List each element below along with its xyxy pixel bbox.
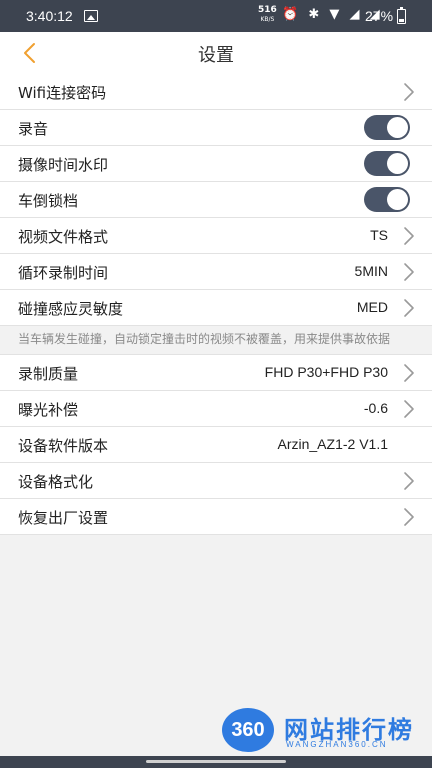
network-speed: 516 KB/S xyxy=(258,5,277,25)
settings-row-b-4[interactable]: 恢复出厂设置 xyxy=(0,499,432,535)
settings-row-label: 视频文件格式 xyxy=(18,228,109,246)
toggle-switch[interactable] xyxy=(364,187,410,212)
battery-icon xyxy=(397,7,406,24)
status-bar: 3:40:12 516 KB/S ⏰ ✱ ▼ ◢ ◢ 27% xyxy=(0,0,432,32)
settings-row-label: 设备软件版本 xyxy=(18,437,109,455)
settings-row-value: 5MIN xyxy=(354,263,388,279)
settings-row-label: 循环录制时间 xyxy=(18,264,109,282)
settings-row-value: -0.6 xyxy=(363,400,388,416)
settings-row-label: 设备格式化 xyxy=(18,473,94,491)
toggle-knob xyxy=(387,189,408,210)
chevron-right-icon xyxy=(404,83,414,101)
settings-row-value: MED xyxy=(356,299,388,315)
app-header: 设置 xyxy=(0,32,432,74)
watermark-logo: 360 网站排行榜 WANGZHAN360.CN xyxy=(222,708,432,754)
settings-row-label: 碰撞感应灵敏度 xyxy=(18,300,124,318)
settings-group-2: 录制质量 FHD P30+FHD P30 曝光补偿 -0.6 设备软件版本 Arzin_A… xyxy=(0,355,432,535)
settings-row-label: 录制质量 xyxy=(18,365,79,383)
settings-row-b-0[interactable]: 录制质量 FHD P30+FHD P30 xyxy=(0,355,432,391)
page-title: 设置 xyxy=(198,45,234,66)
chevron-right-icon xyxy=(404,508,414,526)
settings-row-label: 录音 xyxy=(18,120,49,138)
settings-row-value: TS xyxy=(370,227,388,243)
settings-row-a-5[interactable]: 循环录制时间 5MIN xyxy=(0,254,432,290)
settings-row-a-2[interactable]: 摄像时间水印 xyxy=(0,146,432,182)
settings-row-label: 车倒锁档 xyxy=(18,192,79,210)
settings-row-label: Wifi连接密码 xyxy=(18,84,107,102)
network-speed-unit: KB/S xyxy=(260,16,275,23)
toggle-knob xyxy=(387,153,408,174)
watermark-subtext: WANGZHAN360.CN xyxy=(286,740,388,749)
chevron-right-icon xyxy=(404,263,414,281)
settings-list: Wifi连接密码 录音摄像时间水印 车倒锁档视频文件格式 TS 循环录制时间 5MIN 碰撞… xyxy=(0,74,432,535)
settings-row-label: 曝光补偿 xyxy=(18,401,79,419)
settings-row-a-6[interactable]: 碰撞感应灵敏度 MED xyxy=(0,290,432,326)
settings-row-value: FHD P30+FHD P30 xyxy=(264,364,388,380)
navigation-bar xyxy=(0,756,432,768)
battery-percent: 27% xyxy=(365,8,394,24)
watermark-badge: 360 xyxy=(222,708,274,752)
settings-row-b-3[interactable]: 设备格式化 xyxy=(0,463,432,499)
settings-row-a-4[interactable]: 视频文件格式 TS xyxy=(0,218,432,254)
toggle-switch[interactable] xyxy=(364,115,410,140)
toggle-switch[interactable] xyxy=(364,151,410,176)
settings-row-a-3[interactable]: 车倒锁档 xyxy=(0,182,432,218)
settings-row-b-2: 设备软件版本 Arzin_AZ1-2 V1.1 xyxy=(0,427,432,463)
settings-row-a-1[interactable]: 录音 xyxy=(0,110,432,146)
settings-row-a-0[interactable]: Wifi连接密码 xyxy=(0,74,432,110)
chevron-right-icon xyxy=(404,472,414,490)
chevron-right-icon xyxy=(404,364,414,382)
chevron-right-icon xyxy=(404,299,414,317)
status-time: 3:40:12 xyxy=(26,8,73,24)
image-notification-icon xyxy=(84,10,98,22)
collision-note: 当车辆发生碰撞，自动锁定撞击时的视频不被覆盖，用来提供事故依据 xyxy=(0,326,432,355)
settings-row-label: 恢复出厂设置 xyxy=(18,509,109,527)
settings-row-b-1[interactable]: 曝光补偿 -0.6 xyxy=(0,391,432,427)
settings-row-value: Arzin_AZ1-2 V1.1 xyxy=(277,436,389,452)
network-speed-value: 516 xyxy=(258,5,277,15)
chevron-right-icon xyxy=(404,227,414,245)
settings-group-1: Wifi连接密码 录音摄像时间水印 车倒锁档视频文件格式 TS 循环录制时间 5MIN 碰撞… xyxy=(0,74,432,326)
settings-row-label: 摄像时间水印 xyxy=(18,156,109,174)
chevron-right-icon xyxy=(404,400,414,418)
toggle-knob xyxy=(387,117,408,138)
home-gesture-handle[interactable] xyxy=(146,760,286,763)
